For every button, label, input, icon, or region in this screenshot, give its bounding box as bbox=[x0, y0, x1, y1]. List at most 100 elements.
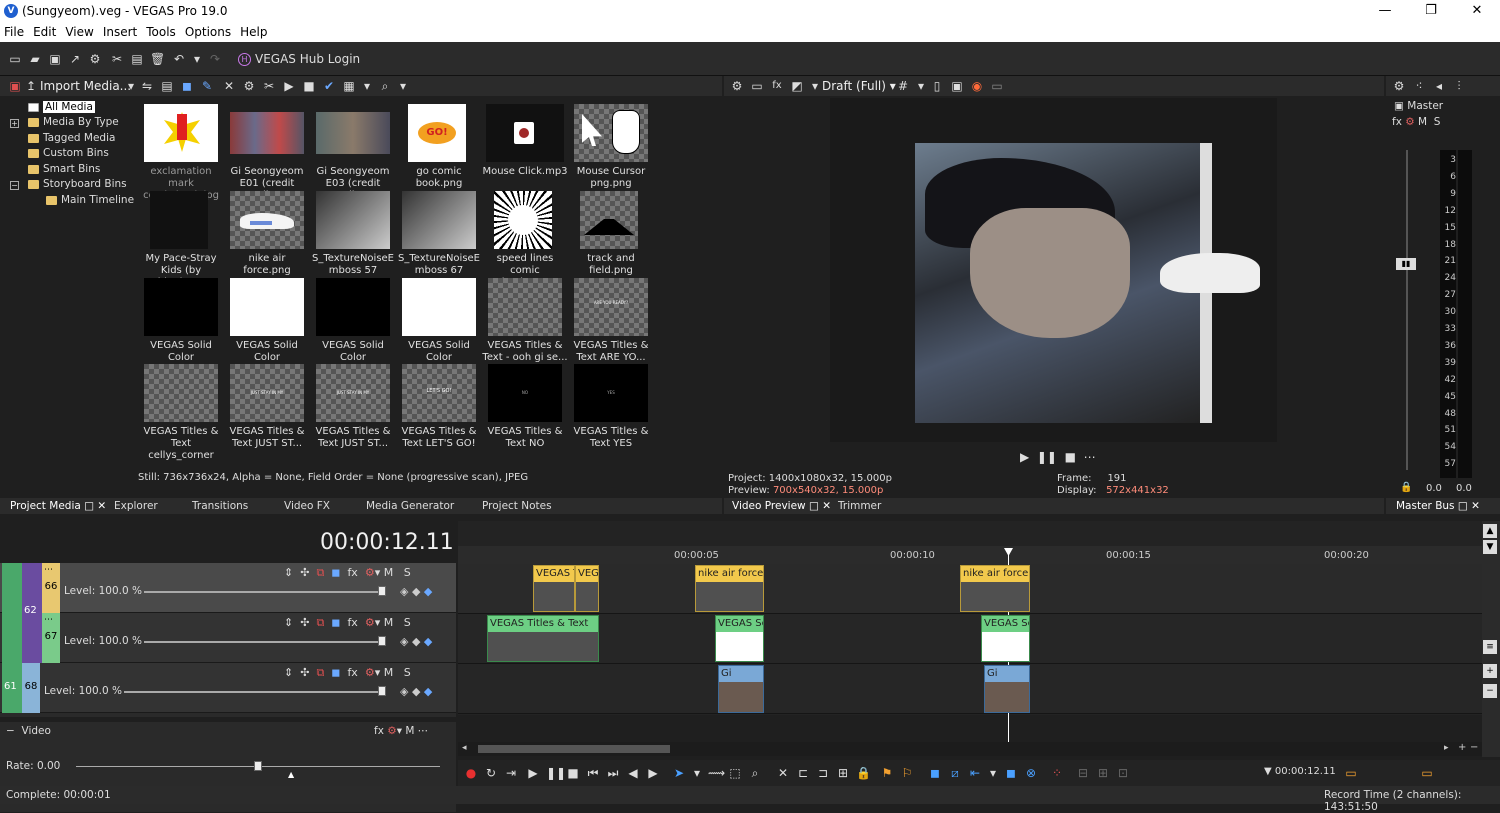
web-media-icon[interactable]: ◼ bbox=[180, 79, 194, 93]
import-media-icon[interactable]: ↥ bbox=[24, 79, 38, 93]
tag-icon[interactable]: ✔ bbox=[322, 79, 336, 93]
next-frame-icon[interactable]: ▶ bbox=[646, 766, 660, 780]
search-dropdown-icon[interactable]: ▾ bbox=[396, 79, 410, 93]
go-to-start-icon[interactable]: ⏮ bbox=[586, 766, 600, 780]
track-level-slider[interactable] bbox=[144, 641, 384, 643]
track-header[interactable]: 62 66 ⋯ Level: 100.0 % ⇕ ✣ ⧉ ◼ fx ⚙▾ M S… bbox=[0, 563, 456, 713]
scroll-thumb[interactable] bbox=[478, 745, 670, 753]
video-fx-icon[interactable]: fx bbox=[770, 79, 784, 93]
track-settings-dropdown-icon[interactable]: ▾ bbox=[375, 566, 381, 579]
tab-transitions[interactable]: Transitions bbox=[192, 500, 248, 512]
track-settings-dropdown-icon[interactable]: ▾ bbox=[375, 666, 381, 679]
tab-media-generator[interactable]: Media Generator bbox=[366, 500, 454, 512]
media-item[interactable]: ARE YOU READY? VEGAS Titles & Text ARE Y… bbox=[568, 274, 654, 363]
track-motion-icon[interactable]: ◼ bbox=[331, 616, 340, 629]
composite-icon[interactable]: ⧉ bbox=[316, 616, 324, 629]
menu-view[interactable]: View bbox=[65, 22, 98, 42]
split-screen-icon[interactable]: ◩ bbox=[790, 79, 804, 93]
insert-marker-icon[interactable]: ⚑ bbox=[880, 766, 894, 780]
zoom-out-vertical-icon[interactable]: − bbox=[1483, 684, 1497, 698]
track-motion-icon[interactable]: ◼ bbox=[331, 666, 340, 679]
track-mute-button[interactable]: M bbox=[384, 666, 394, 679]
media-item[interactable]: nike air force.png bbox=[224, 187, 310, 276]
menu-help[interactable]: Help bbox=[240, 22, 272, 42]
zoom-out-icon[interactable]: − bbox=[1470, 742, 1478, 753]
bus-mute-button[interactable]: M bbox=[405, 725, 414, 737]
track-menu-icon[interactable]: ⋯ bbox=[44, 565, 53, 575]
more-icon[interactable]: ⋯ bbox=[1084, 450, 1096, 464]
import-media-button[interactable]: Import Media... bbox=[40, 79, 131, 93]
auto-ripple-icon[interactable]: ⇤ bbox=[968, 766, 982, 780]
downmix-icon[interactable]: ⁖ bbox=[1412, 79, 1426, 93]
track-mute-button[interactable]: M bbox=[384, 566, 394, 579]
go-to-end-icon[interactable]: ⏭ bbox=[606, 766, 620, 780]
scroll-down-icon[interactable]: ▼ bbox=[1483, 540, 1497, 554]
nest-icon[interactable]: ⊡ bbox=[1116, 766, 1130, 780]
auto-crossfade-icon[interactable]: ⧄ bbox=[948, 766, 962, 780]
compositing-icons[interactable]: ◈ ◆ ◆ bbox=[400, 685, 432, 698]
master-settings-icon[interactable]: ⚙ bbox=[1405, 116, 1414, 128]
dock-icon[interactable]: □ bbox=[1458, 500, 1468, 512]
collapse-track-icon[interactable]: ✣ bbox=[300, 566, 309, 579]
media-item[interactable]: Mouse Cursor png.png bbox=[568, 100, 654, 189]
vegas-logo-icon[interactable]: ◉ bbox=[970, 79, 984, 93]
timeline-clip[interactable]: nike air force bbox=[695, 565, 764, 612]
menu-insert[interactable]: Insert bbox=[103, 22, 142, 42]
selection-start-icon[interactable]: ▭ bbox=[1344, 766, 1358, 780]
zoom-tool-icon[interactable]: ⌕ bbox=[748, 766, 762, 780]
media-item[interactable]: S_TextureNoiseE mboss 57 bbox=[310, 187, 396, 276]
expand-track-icon[interactable]: ⇕ bbox=[284, 616, 293, 629]
normal-edit-tool-icon[interactable]: ➤ bbox=[672, 766, 686, 780]
zoom-in-icon[interactable]: + bbox=[1458, 742, 1466, 753]
paste-icon[interactable]: ▤ bbox=[130, 52, 144, 66]
delete-tool-icon[interactable]: ✕ bbox=[776, 766, 790, 780]
edit-tool-dropdown-icon[interactable]: ▾ bbox=[690, 766, 704, 780]
bus-menu-icon[interactable]: ⋯ bbox=[418, 725, 429, 737]
tab-video-fx[interactable]: Video FX bbox=[284, 500, 330, 512]
master-fader-knob[interactable]: ▮▮ bbox=[1396, 258, 1416, 270]
tree-tagged-media[interactable]: Tagged Media bbox=[28, 131, 115, 146]
split-dropdown-icon[interactable]: ▾ bbox=[808, 79, 822, 93]
media-item[interactable]: NO VEGAS Titles & Text NO bbox=[482, 360, 568, 449]
play-icon[interactable]: ▶ bbox=[526, 766, 540, 780]
media-item[interactable]: VEGAS Solid Color 63 bbox=[224, 274, 310, 375]
menu-file[interactable]: File bbox=[4, 22, 29, 42]
overlays-icon[interactable]: # bbox=[896, 79, 910, 93]
tab-trimmer[interactable]: Trimmer bbox=[838, 500, 881, 512]
close-tab-icon[interactable]: ✕ bbox=[1471, 500, 1480, 512]
timeline-clip[interactable]: VEGAS T bbox=[533, 565, 575, 612]
trim-start-icon[interactable]: ⊏ bbox=[796, 766, 810, 780]
scroll-left-icon[interactable]: ◂ bbox=[462, 743, 467, 753]
tab-explorer[interactable]: Explorer bbox=[114, 500, 158, 512]
timeline-clip[interactable]: VEGAS Sc bbox=[715, 615, 764, 662]
timeline-clip[interactable]: nike air force bbox=[960, 565, 1030, 612]
envelope-tool-icon[interactable]: ⟿ bbox=[708, 766, 725, 780]
compositing-icons[interactable]: ◈ ◆ ◆ bbox=[400, 585, 432, 598]
track-mute-button[interactable]: M bbox=[384, 616, 394, 629]
expand-track-icon[interactable]: ⇕ bbox=[284, 566, 293, 579]
dim-output-icon[interactable]: ◂ bbox=[1432, 79, 1446, 93]
save-snapshot-icon[interactable]: ▣ bbox=[950, 79, 964, 93]
color-match-icon[interactable]: ⁘ bbox=[1050, 766, 1064, 780]
render-icon[interactable]: ↗ bbox=[68, 52, 82, 66]
lock-events-icon[interactable]: 🔒 bbox=[856, 766, 871, 780]
track-menu-icon[interactable]: ⋯ bbox=[44, 615, 53, 625]
track-level-slider[interactable] bbox=[124, 691, 384, 693]
media-item[interactable]: My Pace-Stray Kids (by binniea... bbox=[138, 187, 224, 288]
dock-icon[interactable]: □ bbox=[809, 500, 819, 512]
tree-custom-bins[interactable]: Custom Bins bbox=[28, 146, 109, 161]
remove-icon[interactable]: ✕ bbox=[222, 79, 236, 93]
master-mute-button[interactable]: M bbox=[1418, 116, 1427, 128]
bus-settings-icon[interactable]: ⚙ bbox=[387, 725, 396, 737]
bus-settings-dropdown-icon[interactable]: ▾ bbox=[397, 725, 402, 737]
media-item[interactable]: VEGAS Titles & Text cellys_corner bbox=[138, 360, 224, 461]
media-item[interactable]: VEGAS Solid Color 91 bbox=[310, 274, 396, 375]
ignore-grouping-icon[interactable]: ⊗ bbox=[1024, 766, 1038, 780]
menu-edit[interactable]: Edit bbox=[33, 22, 61, 42]
media-item[interactable]: GO! go comic book.png bbox=[396, 100, 482, 189]
selection-tool-icon[interactable]: ⬚ bbox=[728, 766, 742, 780]
composite-icon[interactable]: ⧉ bbox=[316, 566, 324, 579]
stop-icon[interactable]: ■ bbox=[1065, 450, 1076, 464]
record-icon[interactable]: ● bbox=[464, 766, 478, 780]
collapse-track-icon[interactable]: ✣ bbox=[300, 666, 309, 679]
